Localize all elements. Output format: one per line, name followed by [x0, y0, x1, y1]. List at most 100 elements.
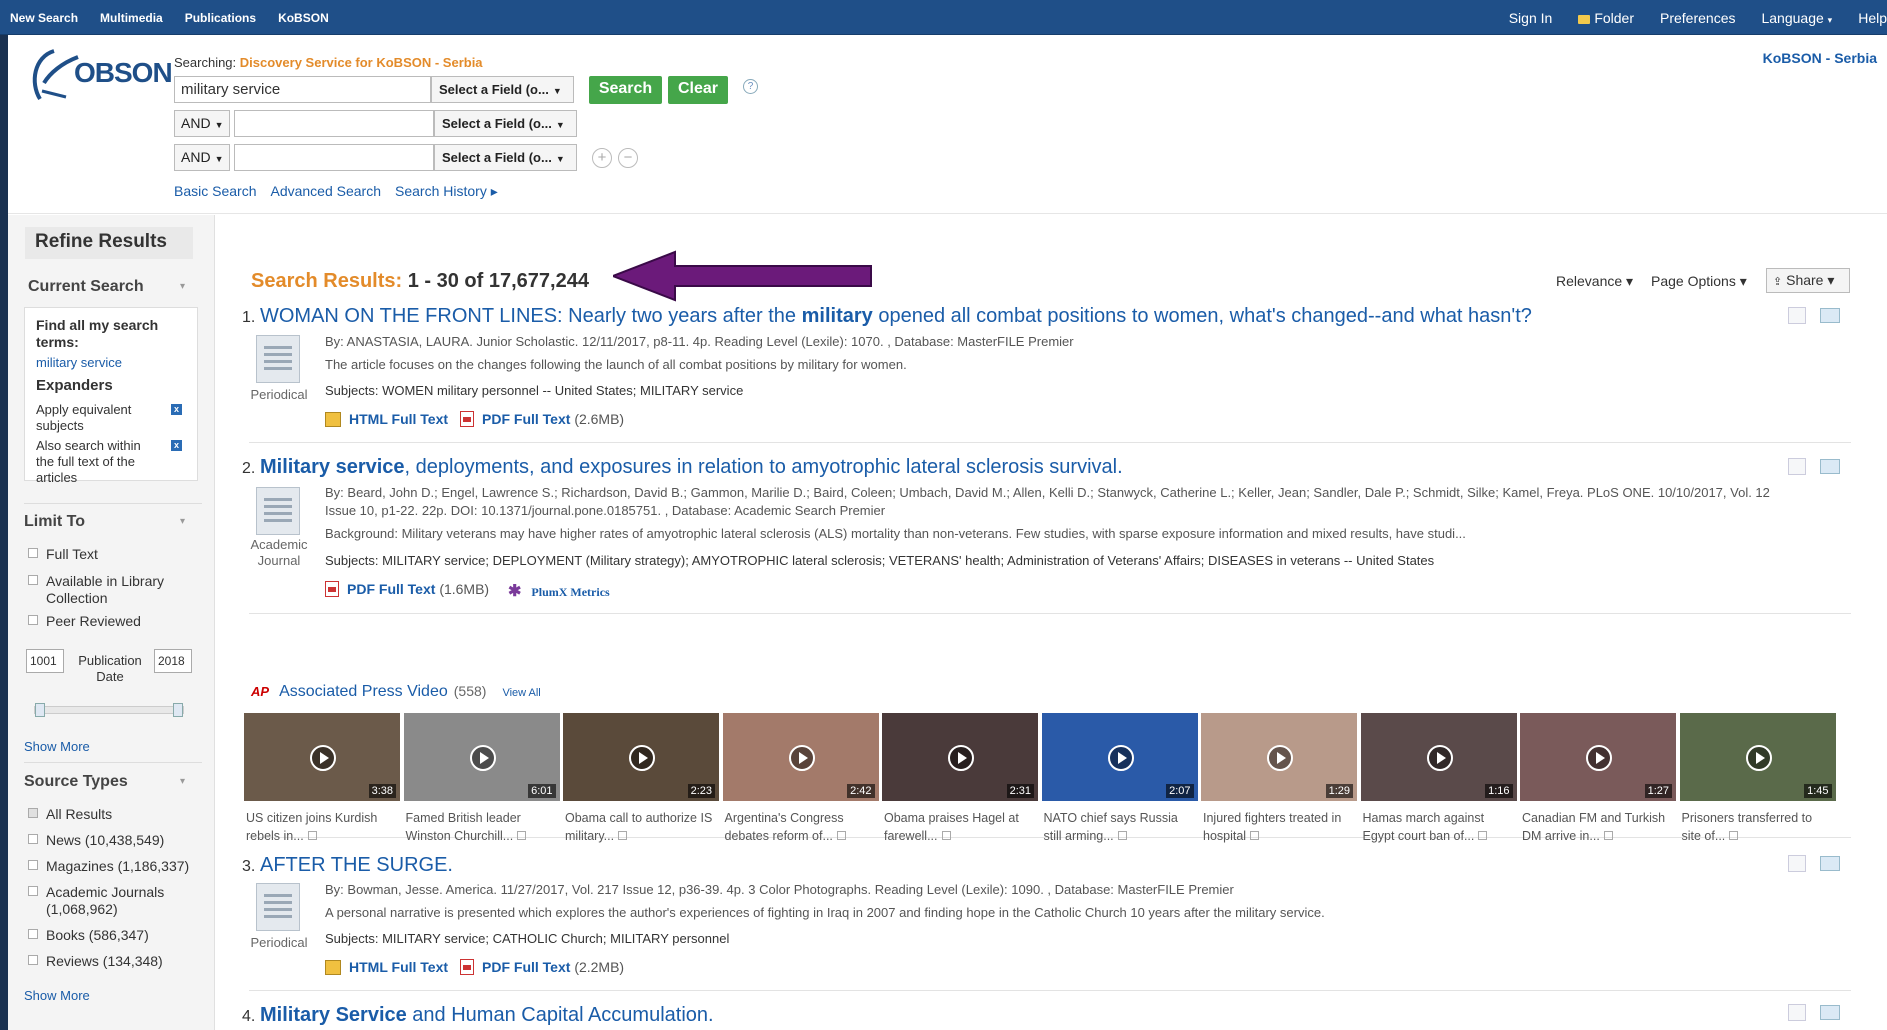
pdf-full-text-link[interactable]: PDF Full Text (2.2MB)	[460, 959, 624, 975]
help-link[interactable]: Help	[1858, 10, 1887, 26]
video-caption[interactable]: Argentina's Congress debates reform of..…	[725, 809, 875, 845]
record-title[interactable]: Military service, deployments, and expos…	[260, 456, 1123, 479]
field-select-1[interactable]: Select a Field (o... ▼	[431, 76, 574, 103]
database-link[interactable]: Discovery Service for KoBSON - Serbia	[240, 55, 483, 70]
preferences-link[interactable]: Preferences	[1660, 10, 1735, 26]
preview-icon[interactable]	[1729, 831, 1739, 840]
html-full-text-link[interactable]: HTML Full Text	[325, 411, 448, 427]
video-thumbnail[interactable]: 1:29	[1201, 713, 1357, 801]
bool-select-2[interactable]: AND ▼	[174, 144, 230, 171]
video-thumbnail[interactable]: 2:23	[563, 713, 719, 801]
ap-video-title[interactable]: Associated Press Video	[279, 683, 448, 700]
remove-row-icon[interactable]: −	[618, 148, 638, 168]
chevron-down-icon[interactable]: ▾	[180, 516, 185, 527]
nav-publications[interactable]: Publications	[185, 11, 256, 25]
video-thumbnail[interactable]: 1:16	[1360, 713, 1517, 801]
play-icon[interactable]	[469, 745, 496, 771]
preview-icon[interactable]	[618, 831, 628, 840]
add-to-folder-icon[interactable]	[1820, 308, 1840, 323]
preview-icon[interactable]	[1788, 307, 1806, 324]
video-caption[interactable]: Hamas march against Egypt court ban of..…	[1363, 809, 1513, 845]
video-caption[interactable]: Obama call to authorize IS military...	[565, 809, 715, 845]
video-thumbnail[interactable]: 2:31	[882, 713, 1038, 801]
video-thumbnail[interactable]: 1:27	[1520, 713, 1676, 801]
search-input-3[interactable]	[234, 144, 434, 171]
preview-icon[interactable]	[517, 831, 527, 840]
play-icon[interactable]	[1586, 745, 1612, 771]
chevron-down-icon[interactable]: ▾	[180, 776, 185, 787]
source-all-checkbox[interactable]	[28, 808, 38, 818]
add-to-folder-icon[interactable]	[1820, 1005, 1840, 1020]
preview-icon[interactable]	[1478, 831, 1488, 840]
pdf-full-text-link[interactable]: PDF Full Text (1.6MB)	[325, 581, 489, 597]
field-select-2[interactable]: Select a Field (o... ▼	[434, 110, 577, 137]
share-button[interactable]: ⇪ Share ▾	[1766, 268, 1850, 293]
preview-icon[interactable]	[1603, 831, 1613, 840]
pdf-full-text-link[interactable]: PDF Full Text (2.6MB)	[460, 411, 624, 427]
preview-icon[interactable]	[941, 831, 951, 840]
kobson-logo[interactable]: OBSON	[26, 43, 173, 103]
bool-select-1[interactable]: AND ▼	[174, 110, 230, 137]
preview-icon[interactable]	[1250, 831, 1260, 840]
preview-icon[interactable]	[1788, 1004, 1806, 1021]
source-types-heading[interactable]: Source Types	[24, 773, 128, 791]
search-history-link[interactable]: Search History ▸	[395, 183, 498, 200]
play-icon[interactable]	[788, 745, 815, 771]
page-options-menu[interactable]: Page Options ▾	[1651, 273, 1747, 290]
play-icon[interactable]	[1267, 745, 1293, 771]
language-menu[interactable]: Language ▾	[1761, 10, 1832, 26]
peer-reviewed-checkbox[interactable]	[28, 615, 38, 625]
slider-handle-left[interactable]	[35, 703, 45, 717]
video-caption[interactable]: NATO chief says Russia still arming...	[1044, 809, 1194, 845]
basic-search-link[interactable]: Basic Search	[174, 183, 256, 200]
video-thumbnail[interactable]: 1:45	[1679, 713, 1836, 801]
source-news-checkbox[interactable]	[28, 834, 38, 844]
video-thumbnail[interactable]: 3:38	[244, 713, 400, 801]
date-slider[interactable]	[34, 703, 184, 717]
view-all-link[interactable]: View All	[502, 687, 540, 699]
record-title[interactable]: Military Service and Human Capital Accum…	[260, 1004, 714, 1027]
record-title[interactable]: AFTER THE SURGE.	[260, 854, 453, 877]
video-thumbnail[interactable]: 6:01	[403, 713, 560, 801]
html-full-text-link[interactable]: HTML Full Text	[325, 959, 448, 975]
field-select-3[interactable]: Select a Field (o... ▼	[434, 144, 577, 171]
advanced-search-link[interactable]: Advanced Search	[270, 183, 381, 200]
record-title[interactable]: WOMAN ON THE FRONT LINES: Nearly two yea…	[260, 305, 1532, 328]
nav-kobson[interactable]: KoBSON	[278, 11, 329, 25]
show-more-link[interactable]: Show More	[24, 739, 90, 754]
add-row-icon[interactable]: +	[592, 148, 612, 168]
source-books-checkbox[interactable]	[28, 929, 38, 939]
full-text-checkbox[interactable]	[28, 548, 38, 558]
search-terms-link[interactable]: military service	[36, 355, 122, 370]
preview-icon[interactable]	[1117, 831, 1127, 840]
remove-expander-icon[interactable]: x	[171, 404, 182, 415]
search-input-2[interactable]	[234, 110, 434, 137]
play-icon[interactable]	[1426, 745, 1453, 771]
search-input[interactable]: military service	[174, 76, 431, 103]
year-from-input[interactable]: 1001	[26, 649, 64, 673]
help-icon[interactable]: ?	[743, 79, 758, 94]
video-caption[interactable]: Canadian FM and Turkish DM arrive in...	[1522, 809, 1672, 845]
add-to-folder-icon[interactable]	[1820, 459, 1840, 474]
play-icon[interactable]	[629, 745, 655, 771]
source-magazines-checkbox[interactable]	[28, 860, 38, 870]
video-caption[interactable]: Prisoners transferred to site of...	[1682, 809, 1832, 845]
video-caption[interactable]: US citizen joins Kurdish rebels in...	[246, 809, 396, 845]
year-to-input[interactable]: 2018	[154, 649, 192, 673]
play-icon[interactable]	[310, 745, 336, 771]
preview-icon[interactable]	[1788, 458, 1806, 475]
current-search-heading[interactable]: Current Search	[28, 278, 144, 296]
play-icon[interactable]	[1745, 745, 1772, 771]
preview-icon[interactable]	[307, 831, 317, 840]
video-caption[interactable]: Injured fighters treated in hospital	[1203, 809, 1353, 845]
chevron-down-icon[interactable]: ▾	[180, 281, 185, 292]
relevance-sort[interactable]: Relevance ▾	[1556, 273, 1633, 290]
preview-icon[interactable]	[836, 831, 846, 840]
add-to-folder-icon[interactable]	[1820, 856, 1840, 871]
video-thumbnail[interactable]: 2:07	[1041, 713, 1198, 801]
video-caption[interactable]: Famed British leader Winston Churchill..…	[406, 809, 556, 845]
folder-link[interactable]: Folder	[1578, 10, 1634, 26]
play-icon[interactable]	[1107, 745, 1134, 771]
remove-expander-icon[interactable]: x	[171, 440, 182, 451]
show-more-link[interactable]: Show More	[24, 988, 90, 1003]
